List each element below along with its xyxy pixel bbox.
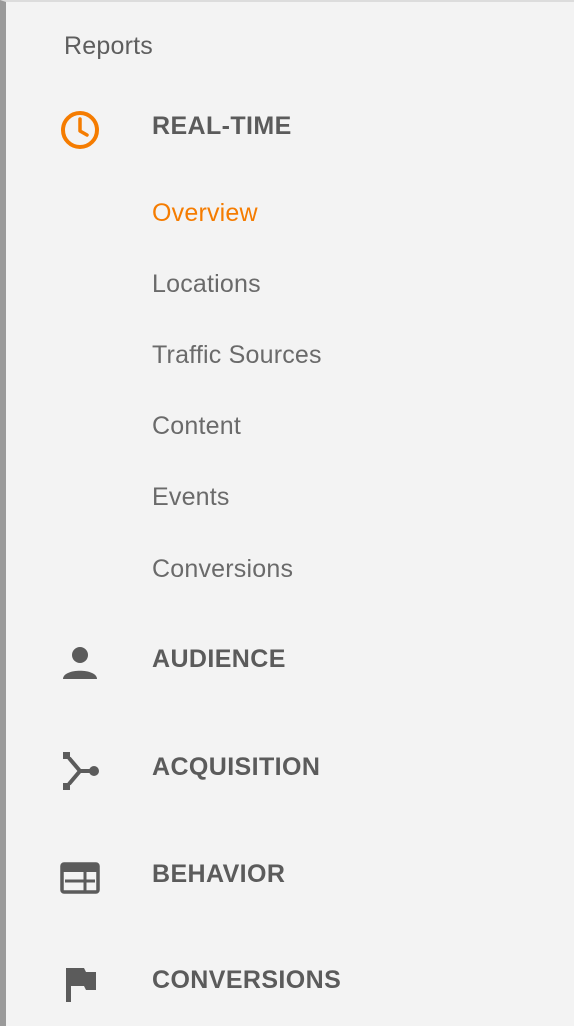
- nav-item-locations[interactable]: Locations: [152, 270, 261, 299]
- nav-section-behavior[interactable]: BEHAVIOR: [6, 842, 574, 906]
- nav-section-conversions[interactable]: CONVERSIONS: [6, 948, 574, 1012]
- reports-heading: Reports: [64, 32, 153, 60]
- person-icon: [54, 641, 106, 685]
- nav-section-real-time[interactable]: REAL-TIME: [6, 94, 574, 158]
- flag-icon: [54, 962, 106, 1006]
- nav-section-label: ACQUISITION: [152, 753, 321, 781]
- behavior-icon: [54, 856, 106, 900]
- nav-section-label: AUDIENCE: [152, 645, 286, 673]
- nav-section-audience[interactable]: AUDIENCE: [6, 627, 574, 691]
- nav-item-traffic-sources[interactable]: Traffic Sources: [152, 341, 322, 370]
- reports-sidebar: Reports REAL-TIME Overview Locations Tra…: [0, 0, 574, 1026]
- nav-item-conversions[interactable]: Conversions: [152, 555, 293, 584]
- acquisition-icon: [54, 749, 106, 793]
- nav-item-overview[interactable]: Overview: [152, 199, 258, 228]
- nav-item-events[interactable]: Events: [152, 483, 230, 512]
- nav-section-label: REAL-TIME: [152, 112, 292, 140]
- clock-icon: [54, 108, 106, 152]
- nav-section-acquisition[interactable]: ACQUISITION: [6, 735, 574, 799]
- nav-item-content[interactable]: Content: [152, 412, 241, 441]
- nav-section-label: BEHAVIOR: [152, 860, 286, 888]
- nav-section-label: CONVERSIONS: [152, 966, 342, 994]
